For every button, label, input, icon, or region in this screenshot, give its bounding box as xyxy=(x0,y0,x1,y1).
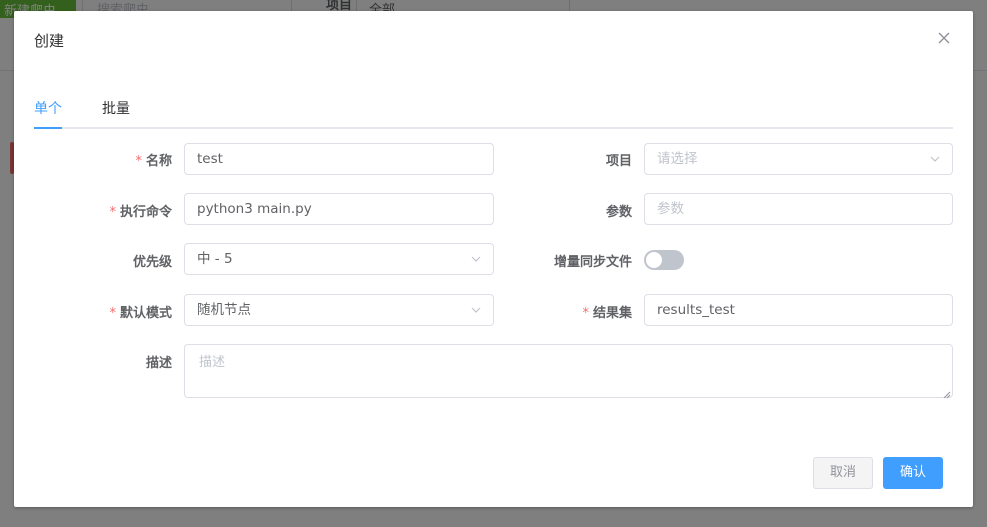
tab-single[interactable]: 单个 xyxy=(34,97,62,129)
mode-select[interactable]: 随机节点 xyxy=(184,294,494,326)
tab-batch[interactable]: 批量 xyxy=(102,97,130,129)
close-icon[interactable] xyxy=(936,30,952,46)
command-label: * 执行命令 xyxy=(109,205,172,220)
params-input[interactable]: 参数 xyxy=(644,193,953,225)
description-placeholder: 描述 xyxy=(199,355,226,370)
active-tab-indicator xyxy=(34,127,62,129)
required-mark: * xyxy=(582,306,589,321)
dialog-tabs: 单个 批量 xyxy=(34,97,953,129)
required-mark: * xyxy=(109,205,116,220)
resize-grip-icon[interactable] xyxy=(943,388,951,399)
create-dialog: 创建 单个 批量 * 名称 test * 执行命令 python3 main.py … xyxy=(14,11,973,507)
description-textarea[interactable]: 描述 xyxy=(184,344,953,399)
name-label: * 名称 xyxy=(135,154,172,169)
priority-label: 优先级 xyxy=(132,255,172,270)
required-mark: * xyxy=(135,154,142,169)
incremental-sync-label: 增量同步文件 xyxy=(553,255,632,270)
cancel-button[interactable]: 取消 xyxy=(813,457,873,489)
command-input[interactable]: python3 main.py xyxy=(184,193,494,225)
result-collection-input[interactable]: results_test xyxy=(644,294,953,326)
incremental-sync-switch[interactable] xyxy=(644,250,684,270)
project-placeholder: 请选择 xyxy=(657,151,698,167)
switch-knob xyxy=(646,252,662,268)
confirm-button[interactable]: 确认 xyxy=(883,457,943,489)
mode-label: * 默认模式 xyxy=(109,306,172,321)
priority-value: 中 - 5 xyxy=(197,251,233,267)
description-label: 描述 xyxy=(145,356,172,371)
result-collection-label: * 结果集 xyxy=(582,306,632,321)
chevron-down-icon xyxy=(930,155,940,163)
project-select[interactable]: 请选择 xyxy=(644,143,953,175)
name-input[interactable]: test xyxy=(184,143,494,175)
chevron-down-icon xyxy=(471,255,481,263)
dialog-title: 创建 xyxy=(34,32,65,50)
priority-select[interactable]: 中 - 5 xyxy=(184,243,494,275)
required-mark: * xyxy=(109,306,116,321)
project-label: 项目 xyxy=(605,154,632,169)
mode-value: 随机节点 xyxy=(197,302,251,318)
chevron-down-icon xyxy=(471,306,481,314)
params-label: 参数 xyxy=(605,205,632,220)
